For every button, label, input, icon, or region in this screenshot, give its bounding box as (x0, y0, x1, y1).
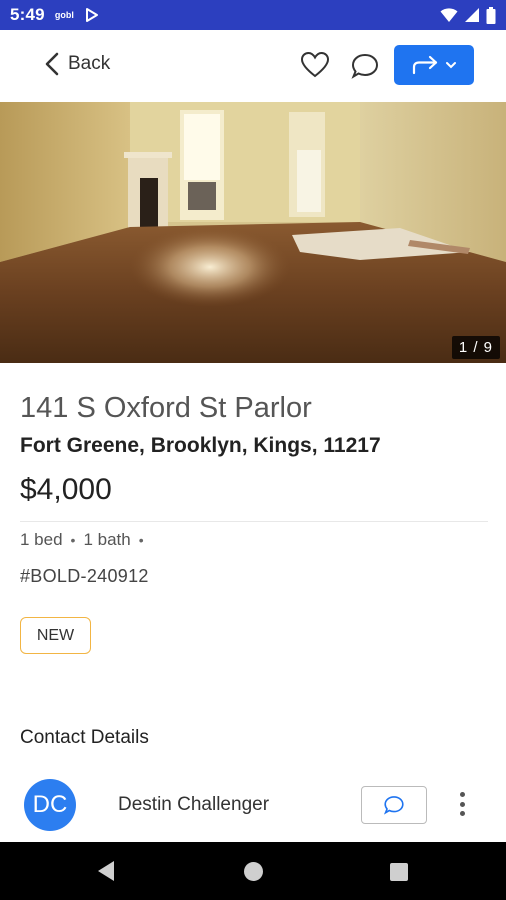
chat-icon[interactable] (350, 51, 380, 81)
contact-name: Destin Challenger (118, 794, 270, 815)
separator-dot: • (70, 532, 76, 548)
listing-id: #BOLD-240912 (20, 566, 149, 586)
listing-location: Fort Greene, Brooklyn, Kings, 11217 (20, 434, 381, 457)
listing-title: 141 S Oxford St Parlor (20, 392, 312, 424)
chevron-left-icon (45, 52, 59, 76)
wifi-icon (440, 8, 458, 22)
status-time: 5:49 (10, 5, 45, 24)
system-nav-bar (0, 842, 506, 900)
back-button[interactable]: Back (44, 52, 110, 76)
back-label: Back (68, 53, 111, 74)
photo-counter: 1 / 9 (451, 336, 500, 359)
nav-recents-icon[interactable] (390, 863, 408, 881)
listing-specs: 1 bed • 1 bath • (20, 530, 144, 550)
contact-message-button[interactable] (361, 786, 427, 824)
baths-count: 1 bath (83, 530, 131, 549)
chat-icon (383, 796, 404, 815)
contact-section-title: Contact Details (20, 727, 149, 748)
beds-count: 1 bed (20, 530, 63, 549)
more-vert-icon (459, 792, 465, 797)
nav-home-icon[interactable] (244, 862, 263, 881)
nav-back-icon[interactable] (96, 860, 116, 882)
play-store-icon (85, 8, 98, 22)
share-arrow-icon (412, 55, 438, 75)
divider (20, 521, 488, 522)
heart-icon[interactable] (300, 50, 330, 80)
more-vert-icon (459, 811, 465, 816)
listing-price: $4,000 (20, 473, 112, 506)
share-button[interactable] (394, 45, 474, 85)
listing-photo[interactable]: 1 / 9 (0, 102, 506, 363)
contact-row: DC Destin Challenger (0, 775, 506, 835)
cell-signal-icon (465, 8, 479, 22)
status-icons (440, 6, 496, 24)
avatar: DC (24, 779, 76, 831)
status-app-label: gobl (54, 10, 74, 20)
separator-dot: • (138, 532, 144, 548)
room-photo (0, 102, 506, 363)
more-vert-icon (459, 801, 465, 807)
battery-icon (486, 6, 496, 24)
status-bar: 5:49 gobl (0, 0, 506, 30)
chevron-down-icon (446, 62, 456, 69)
app-bar: Back (0, 30, 506, 102)
new-badge: NEW (20, 617, 91, 654)
more-options-button[interactable] (452, 789, 472, 819)
